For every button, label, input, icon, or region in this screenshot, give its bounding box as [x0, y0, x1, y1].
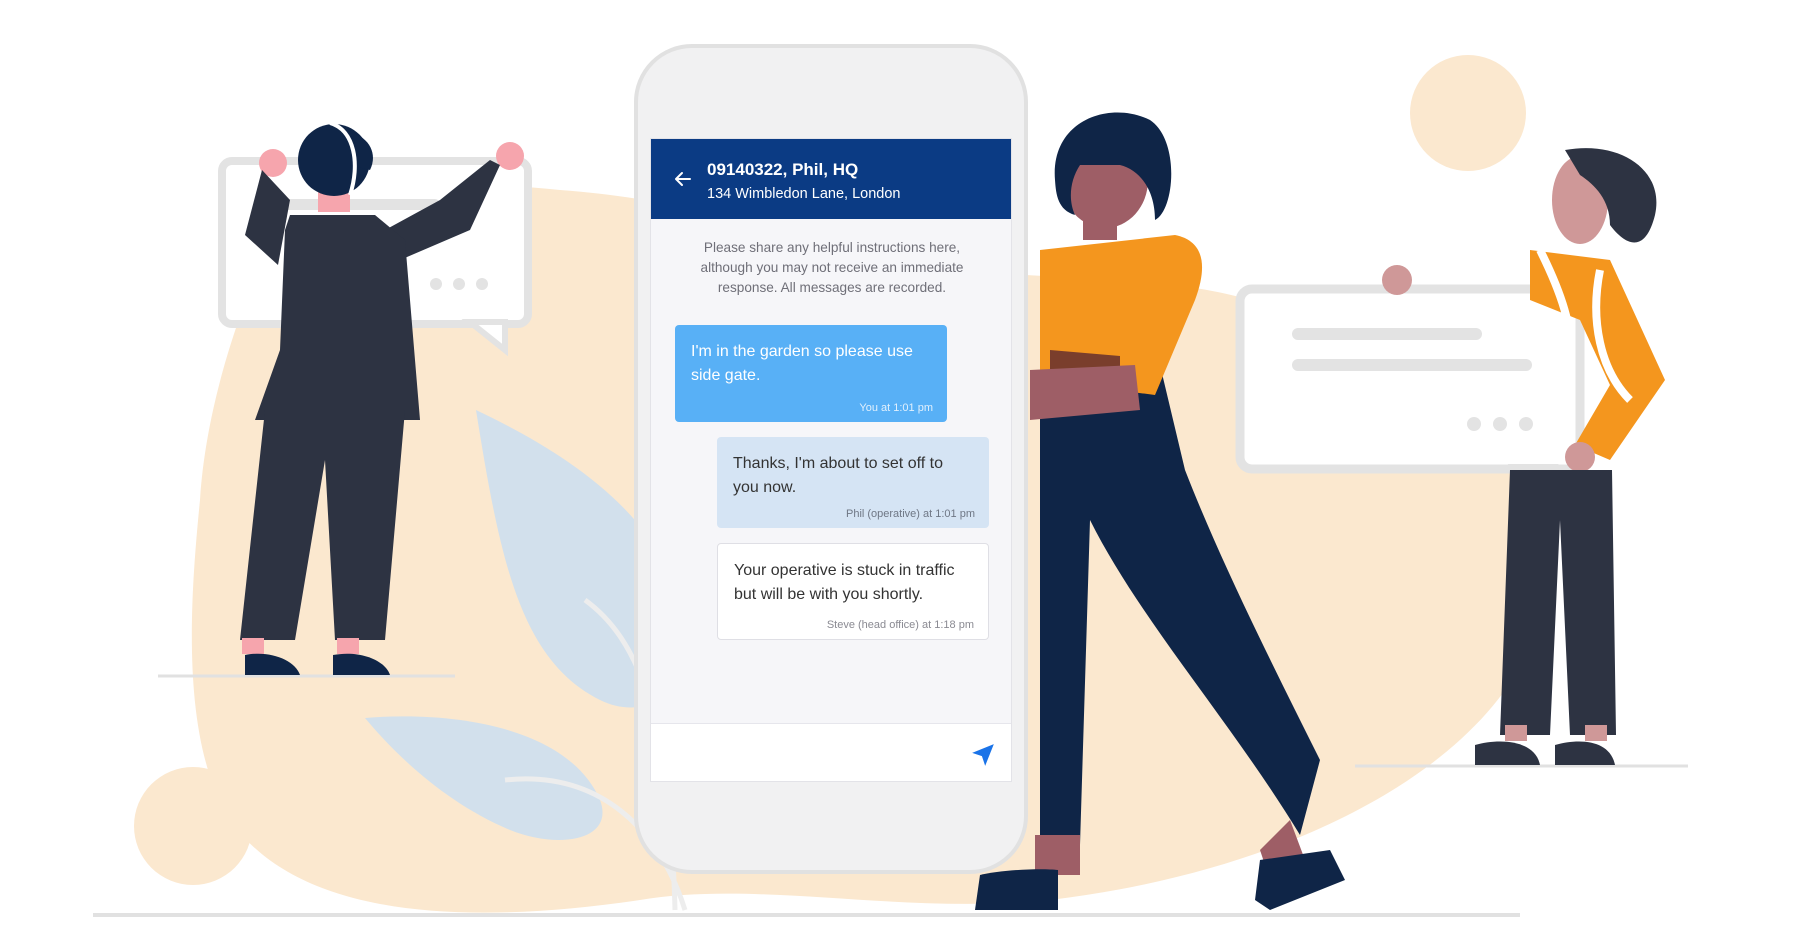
send-icon	[972, 744, 994, 766]
arrow-left-icon	[675, 172, 691, 186]
chat-header: 09140322, Phil, HQ 134 Wimbledon Lane, L…	[651, 139, 1011, 219]
back-button[interactable]	[667, 163, 699, 195]
send-button[interactable]	[967, 739, 999, 771]
message-meta: You at 1:01 pm	[859, 402, 933, 414]
chat-screen: 09140322, Phil, HQ 134 Wimbledon Lane, L…	[650, 138, 1012, 782]
decorative-circle-small	[134, 767, 252, 885]
message-text: I'm in the garden so please use side gat…	[691, 343, 913, 384]
message-text: Your operative is stuck in traffic but w…	[734, 562, 955, 603]
job-title: 09140322, Phil, HQ	[707, 160, 859, 179]
message-bubble-customer: I'm in the garden so please use side gat…	[675, 325, 947, 422]
message-meta: Phil (operative) at 1:01 pm	[845, 508, 975, 520]
message-bubble-operative: Thanks, I'm about to set off to you now.…	[717, 437, 989, 528]
message-meta: Steve (head office) at 1:18 pm	[826, 619, 974, 631]
message-bubble-head-office: Your operative is stuck in traffic but w…	[717, 543, 989, 640]
job-address: 134 Wimbledon Lane, London	[707, 186, 901, 202]
message-composer	[651, 723, 1011, 781]
chat-notice: Please share any helpful instructions he…	[700, 240, 964, 295]
decorative-circle-large	[1410, 55, 1526, 171]
message-input[interactable]	[661, 734, 965, 776]
message-text: Thanks, I'm about to set off to you now.	[733, 455, 943, 496]
